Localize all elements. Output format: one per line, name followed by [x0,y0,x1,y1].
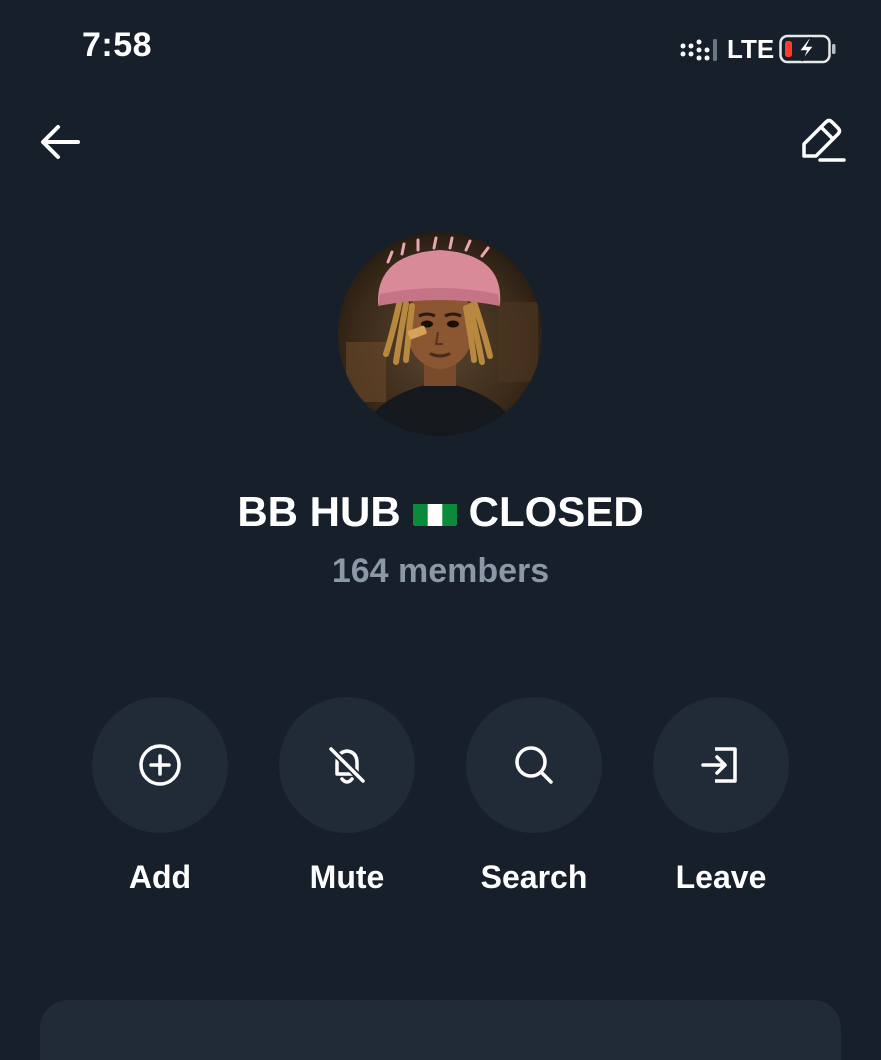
network-type: LTE [727,34,775,64]
nigeria-flag-icon [412,496,457,526]
add-button-circle[interactable] [92,697,228,833]
plus-circle-icon [139,744,181,786]
member-count[interactable]: 164 members [0,552,881,591]
action-row: Add Mute Search Leave [0,697,881,907]
group-title-right: CLOSED [468,488,644,535]
leave-icon [701,747,737,783]
mute-label: Mute [309,859,385,895]
add-label: Add [128,859,192,895]
group-avatar[interactable] [338,232,542,436]
signal-bars-icon [680,39,717,61]
status-time: 7:58 [82,26,153,64]
back-button[interactable] [34,116,86,168]
status-bar: 7:58 LTE [0,0,881,100]
search-label: Search [480,859,588,895]
leave-button-circle[interactable] [653,697,789,833]
search-icon [515,746,553,784]
bell-off-icon [328,746,366,784]
edit-button[interactable] [796,114,850,168]
search-button[interactable]: Search [439,697,629,907]
group-title: BB HUB CLOSED [0,488,881,536]
leave-button[interactable]: Leave [626,697,816,907]
leave-label: Leave [675,859,767,895]
mute-button-circle[interactable] [279,697,415,833]
avatar-image [338,232,542,436]
arrow-left-icon [41,125,80,159]
group-title-left: BB HUB [237,488,401,535]
add-button[interactable]: Add [65,697,255,907]
bottom-card [40,1000,841,1060]
pencil-edit-icon [802,118,846,162]
search-button-circle[interactable] [466,697,602,833]
mute-button[interactable]: Mute [252,697,442,907]
battery-charging-low-icon [779,34,836,64]
